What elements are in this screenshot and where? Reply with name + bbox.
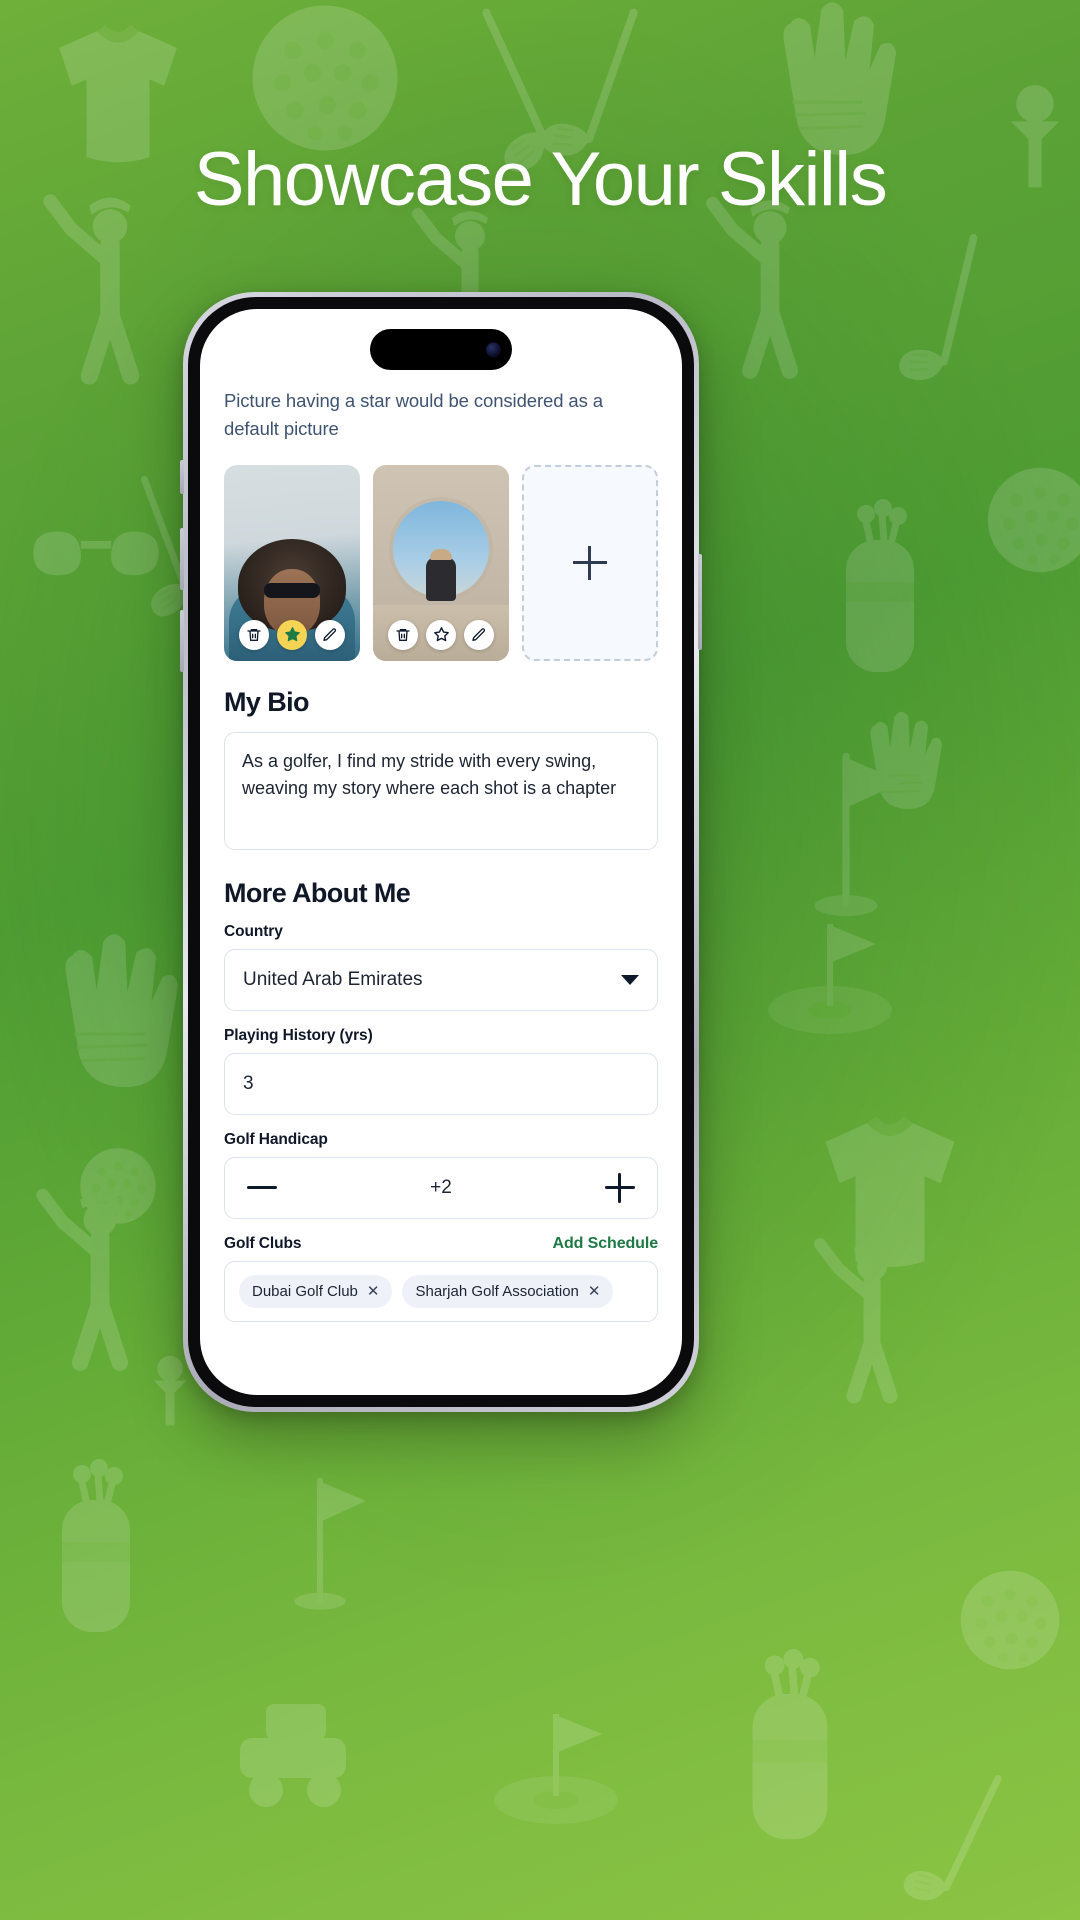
pencil-icon — [472, 627, 486, 641]
photo-gallery — [224, 464, 658, 661]
golf-clubs-label-row: Golf Clubs Add Schedule — [224, 1235, 658, 1253]
trash-icon — [396, 628, 410, 641]
photo-1-art-sunglasses — [264, 582, 320, 598]
photo-2-actions — [373, 619, 509, 650]
star-icon — [284, 627, 300, 642]
bio-heading: My Bio — [224, 686, 310, 717]
golf-handicap-value: +2 — [430, 1176, 452, 1198]
delete-photo-button-1[interactable] — [239, 619, 269, 650]
trash-icon — [247, 628, 261, 641]
front-camera-icon — [486, 342, 501, 357]
phone-mockup: Picture having a star would be considere… — [180, 292, 702, 1412]
default-picture-hint: Picture having a star would be considere… — [224, 390, 603, 439]
photo-thumbnail-2[interactable] — [373, 464, 509, 661]
add-schedule-link[interactable]: Add Schedule — [553, 1235, 659, 1253]
photo-1-actions — [224, 619, 360, 650]
volume-down-button[interactable] — [180, 610, 184, 672]
close-icon[interactable]: ✕ — [367, 1284, 380, 1299]
app-content: Picture having a star would be considere… — [200, 387, 682, 1395]
country-label: Country — [224, 922, 283, 940]
chevron-down-icon — [621, 974, 639, 985]
set-default-photo-button-1[interactable] — [277, 619, 307, 650]
golf-handicap-stepper: +2 — [224, 1156, 658, 1219]
golf-club-chip-label: Dubai Golf Club — [252, 1282, 358, 1300]
country-select[interactable]: United Arab Emirates — [224, 948, 658, 1011]
set-default-photo-button-2[interactable] — [426, 619, 456, 650]
plus-icon[interactable] — [604, 1172, 635, 1203]
photo-2-art-hat — [430, 548, 452, 560]
plus-icon — [573, 545, 607, 580]
country-value: United Arab Emirates — [243, 968, 423, 990]
more-about-me-heading: More About Me — [224, 877, 411, 908]
playing-history-label: Playing History (yrs) — [224, 1026, 373, 1044]
add-photo-button[interactable] — [522, 464, 658, 661]
golf-handicap-label: Golf Handicap — [224, 1130, 328, 1148]
silent-switch[interactable] — [180, 460, 184, 494]
golf-club-chip-label: Sharjah Golf Association — [415, 1282, 579, 1300]
playing-history-input[interactable]: 3 — [224, 1052, 658, 1115]
dynamic-island — [370, 329, 512, 370]
bio-textarea[interactable]: As a golfer, I find my stride with every… — [224, 731, 658, 850]
edit-photo-button-2[interactable] — [464, 619, 494, 650]
phone-screen: Picture having a star would be considere… — [200, 309, 682, 1395]
golf-club-chip[interactable]: Sharjah Golf Association ✕ — [402, 1274, 614, 1308]
power-button[interactable] — [698, 554, 702, 650]
phone-bezel: Picture having a star would be considere… — [188, 297, 694, 1407]
minus-icon[interactable] — [247, 1186, 277, 1189]
star-icon — [433, 627, 449, 642]
close-icon[interactable]: ✕ — [588, 1284, 601, 1299]
golf-club-chip[interactable]: Dubai Golf Club ✕ — [239, 1274, 393, 1308]
delete-photo-button-2[interactable] — [388, 619, 418, 650]
golf-clubs-label: Golf Clubs — [224, 1234, 302, 1252]
pencil-icon — [323, 627, 337, 641]
photo-2-art-person — [426, 556, 456, 601]
page-title: Showcase Your Skills — [193, 137, 888, 222]
golf-clubs-input[interactable]: Dubai Golf Club ✕ Sharjah Golf Associati… — [224, 1260, 658, 1322]
photo-thumbnail-1[interactable] — [224, 464, 360, 661]
volume-up-button[interactable] — [180, 528, 184, 590]
edit-photo-button-1[interactable] — [315, 619, 345, 650]
